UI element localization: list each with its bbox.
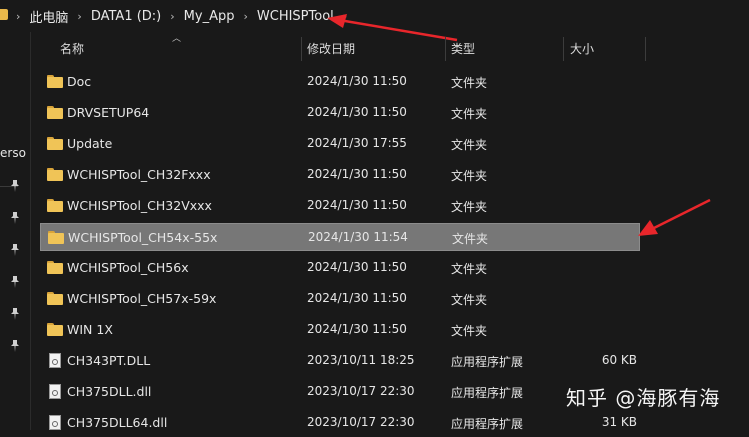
folder-icon — [47, 75, 63, 88]
folder-icon — [47, 323, 63, 336]
file-row[interactable]: DRVSETUP64 2024/1/30 11:50 文件夹 — [40, 99, 640, 127]
column-divider[interactable] — [563, 37, 564, 61]
file-type: 文件夹 — [452, 232, 489, 246]
pin-icon — [10, 276, 20, 288]
file-size: 60 KB — [601, 353, 637, 367]
file-row[interactable]: WCHISPTool_CH57x-59x 2024/1/30 11:50 文件夹 — [40, 285, 640, 313]
breadcrumb-separator: › — [16, 9, 21, 23]
file-type: 文件夹 — [451, 138, 488, 152]
dll-file-icon — [49, 415, 61, 430]
file-date-modified: 2024/1/30 11:50 — [307, 167, 407, 181]
file-row[interactable]: Doc 2024/1/30 11:50 文件夹 — [40, 68, 640, 96]
file-date-modified: 2023/10/17 22:30 — [307, 415, 415, 429]
file-date-modified: 2024/1/30 11:50 — [307, 74, 407, 88]
file-name: Doc — [67, 74, 92, 89]
file-type: 应用程序扩展 — [451, 355, 524, 369]
file-name: DRVSETUP64 — [67, 105, 150, 120]
folder-icon — [47, 261, 63, 274]
column-header-date[interactable]: 修改日期 — [307, 35, 355, 61]
breadcrumb-separator[interactable]: › — [170, 10, 174, 23]
file-name: Update — [67, 136, 113, 151]
file-name: WCHISPTool_CH32Vxxx — [67, 198, 212, 213]
file-date-modified: 2024/1/30 11:54 — [308, 230, 408, 244]
file-type: 应用程序扩展 — [451, 417, 524, 431]
file-name: WCHISPTool_CH57x-59x — [67, 291, 217, 306]
breadcrumb-separator[interactable]: › — [243, 10, 247, 23]
file-date-modified: 2023/10/11 18:25 — [307, 353, 415, 367]
file-name: WCHISPTool_CH54x-55x — [68, 230, 218, 245]
pin-icon — [10, 212, 20, 224]
file-type: 文件夹 — [451, 169, 488, 183]
column-header-name[interactable]: 名称 — [60, 35, 84, 61]
file-type: 文件夹 — [451, 76, 488, 90]
file-type: 应用程序扩展 — [451, 386, 524, 400]
file-type: 文件夹 — [451, 262, 488, 276]
dll-file-icon — [49, 353, 61, 368]
navigation-pane[interactable]: erso — [0, 32, 31, 430]
folder-icon — [47, 106, 63, 119]
breadcrumb-separator[interactable]: › — [77, 10, 81, 23]
file-date-modified: 2023/10/17 22:30 — [307, 384, 415, 398]
pin-icon — [10, 308, 20, 320]
file-type: 文件夹 — [451, 107, 488, 121]
pin-icon — [10, 180, 20, 192]
nav-item-label[interactable]: erso — [0, 146, 26, 160]
file-row[interactable]: CH375DLL64.dll 2023/10/17 22:30 应用程序扩展 31 K… — [40, 409, 640, 437]
folder-icon — [47, 168, 63, 181]
file-name: WCHISPTool_CH56x — [67, 260, 189, 275]
file-name: CH375DLL.dll — [67, 384, 152, 399]
file-name: WCHISPTool_CH32Fxxx — [67, 167, 211, 182]
file-row[interactable]: CH343PT.DLL 2023/10/11 18:25 应用程序扩展 60 KB — [40, 347, 640, 375]
file-name: WIN 1X — [67, 322, 113, 337]
file-type: 文件夹 — [451, 293, 488, 307]
file-name: CH343PT.DLL — [67, 353, 151, 368]
file-name: CH375DLL64.dll — [67, 415, 168, 430]
breadcrumb-item-data1[interactable]: DATA1 (D:) — [91, 9, 161, 24]
file-date-modified: 2024/1/30 11:50 — [307, 322, 407, 336]
file-date-modified: 2024/1/30 11:50 — [307, 291, 407, 305]
folder-icon — [48, 231, 64, 244]
watermark-text: 知乎 @海豚有海 — [566, 386, 721, 410]
file-row[interactable]: WCHISPTool_CH56x 2024/1/30 11:50 文件夹 — [40, 254, 640, 282]
file-row[interactable]: WCHISPTool_CH32Fxxx 2024/1/30 11:50 文件夹 — [40, 161, 640, 189]
file-row[interactable]: WIN 1X 2024/1/30 11:50 文件夹 — [40, 316, 640, 344]
pin-icon — [10, 244, 20, 256]
file-date-modified: 2024/1/30 11:50 — [307, 198, 407, 212]
file-type: 文件夹 — [451, 200, 488, 214]
file-row[interactable]: CH375DLL.dll 2023/10/17 22:30 应用程序扩展 — [40, 378, 640, 406]
annotation-arrow — [638, 198, 711, 236]
file-date-modified: 2024/1/30 11:50 — [307, 105, 407, 119]
folder-icon — [0, 9, 8, 20]
file-row[interactable]: WCHISPTool_CH54x-55x 2024/1/30 11:54 文件夹 — [40, 223, 640, 251]
pin-icon — [10, 340, 20, 352]
file-date-modified: 2024/1/30 17:55 — [307, 136, 407, 150]
breadcrumb-item-this-pc[interactable]: 此电脑 — [29, 7, 68, 26]
column-header-size[interactable]: 大小 — [570, 35, 594, 61]
column-divider[interactable] — [445, 37, 446, 61]
column-divider[interactable] — [645, 37, 646, 61]
column-header-type[interactable]: 类型 — [451, 35, 475, 61]
sort-ascending-icon: ︿ — [172, 34, 182, 44]
folder-icon — [47, 199, 63, 212]
dll-file-icon — [49, 384, 61, 399]
file-row[interactable]: WCHISPTool_CH32Vxxx 2024/1/30 11:50 文件夹 — [40, 192, 640, 220]
file-row[interactable]: Update 2024/1/30 17:55 文件夹 — [40, 130, 640, 158]
breadcrumb-item-wchisptool[interactable]: WCHISPTool — [257, 9, 334, 24]
folder-icon — [47, 292, 63, 305]
breadcrumb-item-my-app[interactable]: My_App — [184, 9, 235, 24]
file-size: 31 KB — [601, 415, 637, 429]
file-date-modified: 2024/1/30 11:50 — [307, 260, 407, 274]
column-divider[interactable] — [301, 37, 302, 61]
file-type: 文件夹 — [451, 324, 488, 338]
folder-icon — [47, 137, 63, 150]
